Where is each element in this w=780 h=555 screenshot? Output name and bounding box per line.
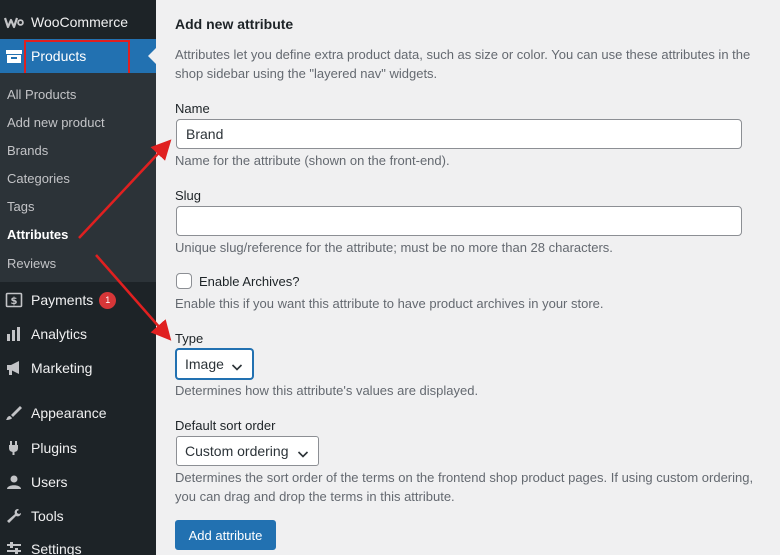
chevron-down-icon <box>231 359 243 375</box>
name-description: Name for the attribute (shown on the fro… <box>175 153 450 168</box>
wrench-icon <box>3 508 25 524</box>
sort-order-select[interactable]: Custom ordering <box>176 436 319 466</box>
add-attribute-button[interactable]: Add attribute <box>175 520 276 550</box>
archives-description: Enable this if you want this attribute t… <box>175 296 604 311</box>
submenu-attributes[interactable]: Attributes <box>7 227 68 242</box>
menu-marketing-label: Marketing <box>31 360 93 376</box>
menu-users-label: Users <box>31 474 68 490</box>
form-heading: Add new attribute <box>175 16 294 32</box>
menu-payments[interactable]: $ Payments 1 <box>0 283 156 317</box>
bar-chart-icon <box>3 326 25 342</box>
name-input[interactable] <box>176 119 742 149</box>
current-menu-arrow <box>148 48 156 64</box>
chevron-down-icon <box>297 446 309 462</box>
menu-settings[interactable]: Settings <box>0 532 156 555</box>
name-label: Name <box>175 101 210 116</box>
menu-marketing[interactable]: Marketing <box>0 351 156 385</box>
slug-description: Unique slug/reference for the attribute;… <box>175 240 613 255</box>
type-select[interactable]: Image <box>176 349 253 379</box>
payments-badge: 1 <box>99 291 117 309</box>
menu-appearance-label: Appearance <box>31 405 107 421</box>
menu-settings-label: Settings <box>31 541 82 555</box>
menu-plugins[interactable]: Plugins <box>0 431 156 465</box>
sort-order-description: Determines the sort order of the terms o… <box>175 470 754 504</box>
submenu-all-products[interactable]: All Products <box>7 87 76 102</box>
type-select-value: Image <box>185 356 224 372</box>
menu-woocommerce-label: WooCommerce <box>31 14 128 30</box>
submenu-reviews[interactable]: Reviews <box>7 256 56 271</box>
menu-users[interactable]: Users <box>0 465 156 499</box>
settings-icon <box>3 541 25 555</box>
sort-order-select-value: Custom ordering <box>185 443 289 459</box>
enable-archives-checkbox[interactable] <box>176 273 192 289</box>
submenu-categories[interactable]: Categories <box>7 171 70 186</box>
annotation-highlight-box <box>24 40 130 75</box>
menu-tools[interactable]: Tools <box>0 499 156 533</box>
slug-input[interactable] <box>176 206 742 236</box>
submenu-brands[interactable]: Brands <box>7 143 48 158</box>
paintbrush-icon <box>3 405 25 421</box>
payments-icon: $ <box>3 292 25 308</box>
submenu-add-new-product[interactable]: Add new product <box>7 115 105 130</box>
megaphone-icon <box>3 360 25 376</box>
archive-icon <box>3 48 25 64</box>
enable-archives-label: Enable Archives? <box>199 274 300 289</box>
admin-sidebar: WooCommerce Products All Products Add ne… <box>0 0 156 555</box>
woocommerce-icon <box>3 15 25 29</box>
form-intro: Attributes let you define extra product … <box>175 47 751 81</box>
menu-appearance[interactable]: Appearance <box>0 396 156 430</box>
user-icon <box>3 474 25 490</box>
sort-order-label: Default sort order <box>175 418 276 433</box>
submenu-tags[interactable]: Tags <box>7 199 34 214</box>
add-attribute-form: Add new attribute Attributes let you def… <box>156 0 780 555</box>
menu-analytics[interactable]: Analytics <box>0 317 156 351</box>
svg-text:$: $ <box>11 296 18 307</box>
menu-analytics-label: Analytics <box>31 326 88 342</box>
plug-icon <box>3 440 25 456</box>
menu-woocommerce[interactable]: WooCommerce <box>0 5 156 39</box>
menu-payments-label: Payments <box>31 292 94 308</box>
menu-plugins-label: Plugins <box>31 440 77 456</box>
type-label: Type <box>175 331 204 346</box>
type-description: Determines how this attribute's values a… <box>175 383 479 398</box>
slug-label: Slug <box>175 188 202 203</box>
menu-tools-label: Tools <box>31 508 64 524</box>
products-submenu: All Products Add new product Brands Cate… <box>0 73 156 282</box>
